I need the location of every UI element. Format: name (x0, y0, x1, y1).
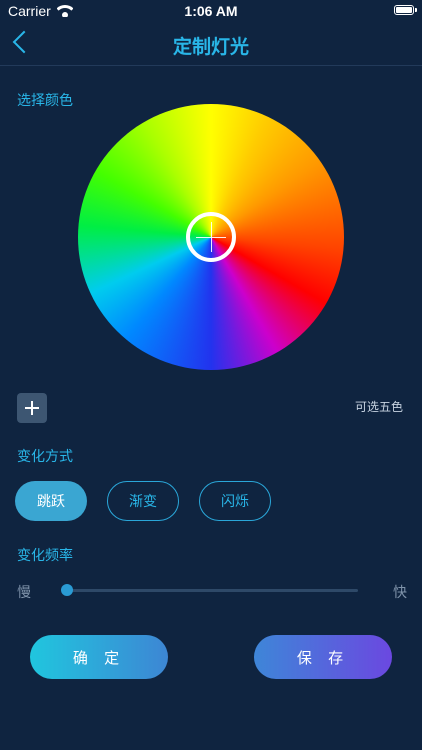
slider-thumb[interactable] (61, 584, 73, 596)
color-limit-hint: 可选五色 (354, 400, 403, 414)
frequency-section-label: 变化频率 (17, 547, 73, 563)
mode-flash-button[interactable]: 闪烁 (199, 481, 271, 521)
color-picker-handle[interactable] (186, 212, 236, 262)
color-section-label: 选择颜色 (17, 92, 73, 108)
status-bar: Carrier 1:06 AM (0, 0, 422, 22)
nav-bar: 定制灯光 (0, 22, 422, 66)
mode-fade-button[interactable]: 渐变 (107, 481, 179, 521)
page-title: 定制灯光 (172, 37, 249, 58)
frequency-slider[interactable]: 慢 快 (17, 580, 407, 604)
status-time: 1:06 AM (184, 3, 238, 19)
mode-jump-button[interactable]: 跳跃 (15, 481, 87, 521)
confirm-button[interactable]: 确 定 (30, 635, 168, 679)
battery-icon (394, 5, 417, 15)
slow-label: 慢 (17, 584, 31, 600)
fast-label: 快 (393, 584, 407, 600)
add-color-button[interactable] (17, 393, 47, 423)
save-button[interactable]: 保 存 (254, 635, 392, 679)
slider-track[interactable] (65, 589, 358, 592)
mode-section-label: 变化方式 (17, 448, 73, 464)
